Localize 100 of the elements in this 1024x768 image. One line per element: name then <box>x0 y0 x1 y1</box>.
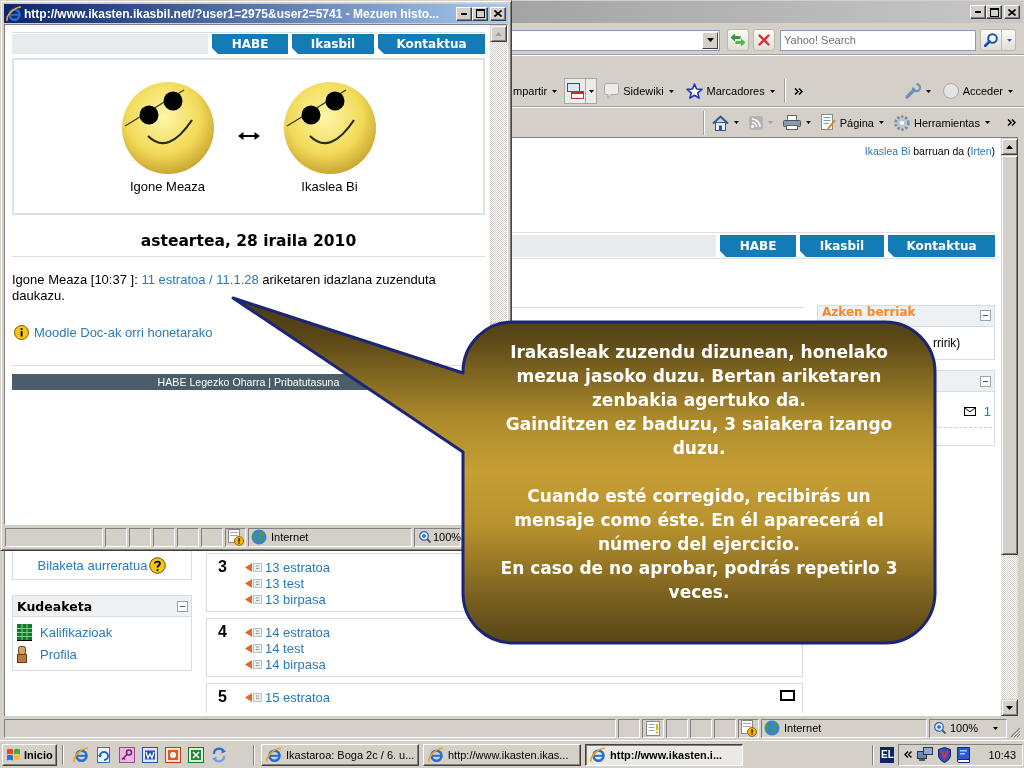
network-icon[interactable] <box>917 747 934 762</box>
e-icon[interactable] <box>73 746 89 763</box>
taskbar-button[interactable]: Ikastaroa: Boga 2c / 6. u... <box>261 743 419 766</box>
text-link[interactable]: 11 estratoa / 11.1.28 <box>141 272 259 287</box>
menu-button[interactable]: Acceder <box>939 80 1016 102</box>
activity-link[interactable]: 14 estratoa <box>265 624 331 640</box>
zoom-icon <box>934 722 946 734</box>
activity-link[interactable]: 14 birpasa <box>265 656 326 672</box>
shield-icon[interactable] <box>938 746 952 763</box>
message-count-link[interactable]: 1 <box>983 403 991 419</box>
minimize-button[interactable] <box>970 5 986 19</box>
callout-text: Gainditzen ez baduzu, 3 saiakera izango duzu. <box>505 413 893 460</box>
collapse-icon[interactable] <box>980 310 991 321</box>
callout-text: En caso de no aprobar, podrás repetirlo 3 veces. <box>500 557 898 604</box>
caret-icon <box>767 121 773 124</box>
square-icon[interactable] <box>780 690 795 701</box>
language-indicator[interactable]: EL <box>880 746 895 763</box>
menu-button[interactable]: Marcadores <box>682 80 778 102</box>
collapse-icon[interactable] <box>177 600 188 612</box>
info-icon <box>14 324 29 340</box>
status-cell <box>201 527 223 547</box>
double-arrow-icon <box>237 131 260 141</box>
section-number: 3 <box>218 559 228 575</box>
resize-grip-icon[interactable] <box>1010 727 1021 738</box>
menu-button[interactable]: Página <box>817 111 887 134</box>
person-icon <box>17 645 27 663</box>
caret-icon <box>1008 89 1013 93</box>
text-link[interactable]: Irten <box>970 145 992 157</box>
address-field[interactable] <box>512 29 720 51</box>
monitor-button[interactable] <box>565 79 587 103</box>
status-cell <box>618 718 640 738</box>
zoom-button[interactable]: 100% <box>414 527 461 547</box>
admin-link[interactable]: Profila <box>40 646 77 662</box>
minimize-icon <box>975 11 981 13</box>
minimize-button[interactable] <box>456 6 472 21</box>
activity-link[interactable]: 13 test <box>265 575 305 591</box>
close-button[interactable] <box>490 6 506 21</box>
close-button[interactable] <box>1004 5 1020 19</box>
participant-name: Ikaslea Bi <box>301 179 358 194</box>
search-icon <box>984 33 998 47</box>
admin-link[interactable]: Kalifikazioak <box>40 624 113 640</box>
advanced-search-link[interactable]: Bilaketa aurreratua <box>37 557 148 573</box>
slide-icon[interactable] <box>165 746 181 763</box>
block-title: Kudeaketa <box>17 598 93 614</box>
maximize-button[interactable] <box>472 6 488 21</box>
activity-link[interactable]: 13 estratoa <box>265 559 331 575</box>
up-arrow-icon <box>495 31 502 36</box>
maximize-button[interactable] <box>986 5 1002 19</box>
sync-icon[interactable] <box>211 746 227 763</box>
message-text: Igone Meaza [10:37 ]: 11 estratoa / 11.1.28 ariketaren idazlana zuzenduta daukazu. <box>12 272 437 304</box>
nav-tab[interactable]: HABE <box>720 235 796 257</box>
rss-icon <box>748 115 763 130</box>
scroll-down-button[interactable] <box>1001 699 1018 716</box>
nav-tab[interactable]: Kontaktua <box>888 235 995 257</box>
document-icon[interactable] <box>142 746 158 763</box>
nav-tab[interactable]: HABE <box>212 34 288 54</box>
down-arrow-icon <box>1006 705 1013 710</box>
nav-tab[interactable]: Ikasbil <box>292 34 374 54</box>
key-icon[interactable] <box>119 746 135 763</box>
footer-links[interactable]: HABE Legezko Oharra | Pribatutasuna <box>157 376 340 388</box>
activity-link[interactable]: 13 birpasa <box>265 591 326 607</box>
zoom-button[interactable]: 100% <box>929 718 1007 738</box>
search-button[interactable] <box>980 29 1002 51</box>
callout-text: Cuando esté corregido, recibirás un mensaje como éste. En él aparecerá el número del ejercicio. <box>514 485 884 556</box>
spreadsheet-icon[interactable] <box>188 746 204 763</box>
gear-icon <box>893 114 910 131</box>
menu-button[interactable]: Sidewiki <box>601 80 677 102</box>
menu-button[interactable]: Herramientas <box>890 111 993 134</box>
page-refresh-icon[interactable] <box>96 746 112 763</box>
help-link[interactable]: Moodle Doc-ak orri honetarako <box>34 324 213 340</box>
scroll-up-button[interactable] <box>490 25 507 42</box>
callout-text: Irakasleak zuzendu dizunean, honelako mezua jasoko duzu. Bertan ariketaren zenbakia agertuko da. <box>510 341 888 412</box>
flag-icon <box>6 747 21 762</box>
taskbar-button[interactable]: http://www.ikasten.i... <box>585 743 743 766</box>
search-field[interactable]: Yahoo! Search <box>780 29 976 51</box>
caret-icon <box>985 121 990 124</box>
scroll-up-button[interactable] <box>1001 138 1018 155</box>
activity-link[interactable]: 14 test <box>265 640 305 656</box>
status-cell <box>105 527 127 547</box>
nav-tab[interactable]: Kontaktua <box>378 34 485 54</box>
menu-button[interactable]: mpartir <box>512 80 561 102</box>
grid-icon <box>17 623 32 641</box>
globe-icon <box>251 529 267 545</box>
double-chevron-icon <box>1007 118 1016 126</box>
down-arrow-icon <box>706 38 714 42</box>
scrollbar-thumb[interactable] <box>1001 155 1018 555</box>
nav-tab[interactable]: Ikasbil <box>800 235 884 257</box>
security-zone: Internet <box>271 531 309 543</box>
refresh-button[interactable] <box>727 29 749 51</box>
start-button[interactable]: Inicio <box>2 743 57 766</box>
double-chevron-icon[interactable] <box>904 751 913 758</box>
book-icon[interactable] <box>956 746 972 763</box>
smiley-icon <box>283 82 376 174</box>
activity-link[interactable]: 15 estratoa <box>265 689 331 705</box>
text-link[interactable]: Ikaslea Bi <box>864 145 911 157</box>
maximize-icon <box>475 9 485 18</box>
taskbar-button[interactable]: http://www.ikasten.ikas... <box>423 743 581 766</box>
collapse-icon[interactable] <box>980 375 991 387</box>
help-icon[interactable] <box>149 556 167 574</box>
stop-button[interactable] <box>753 29 775 51</box>
